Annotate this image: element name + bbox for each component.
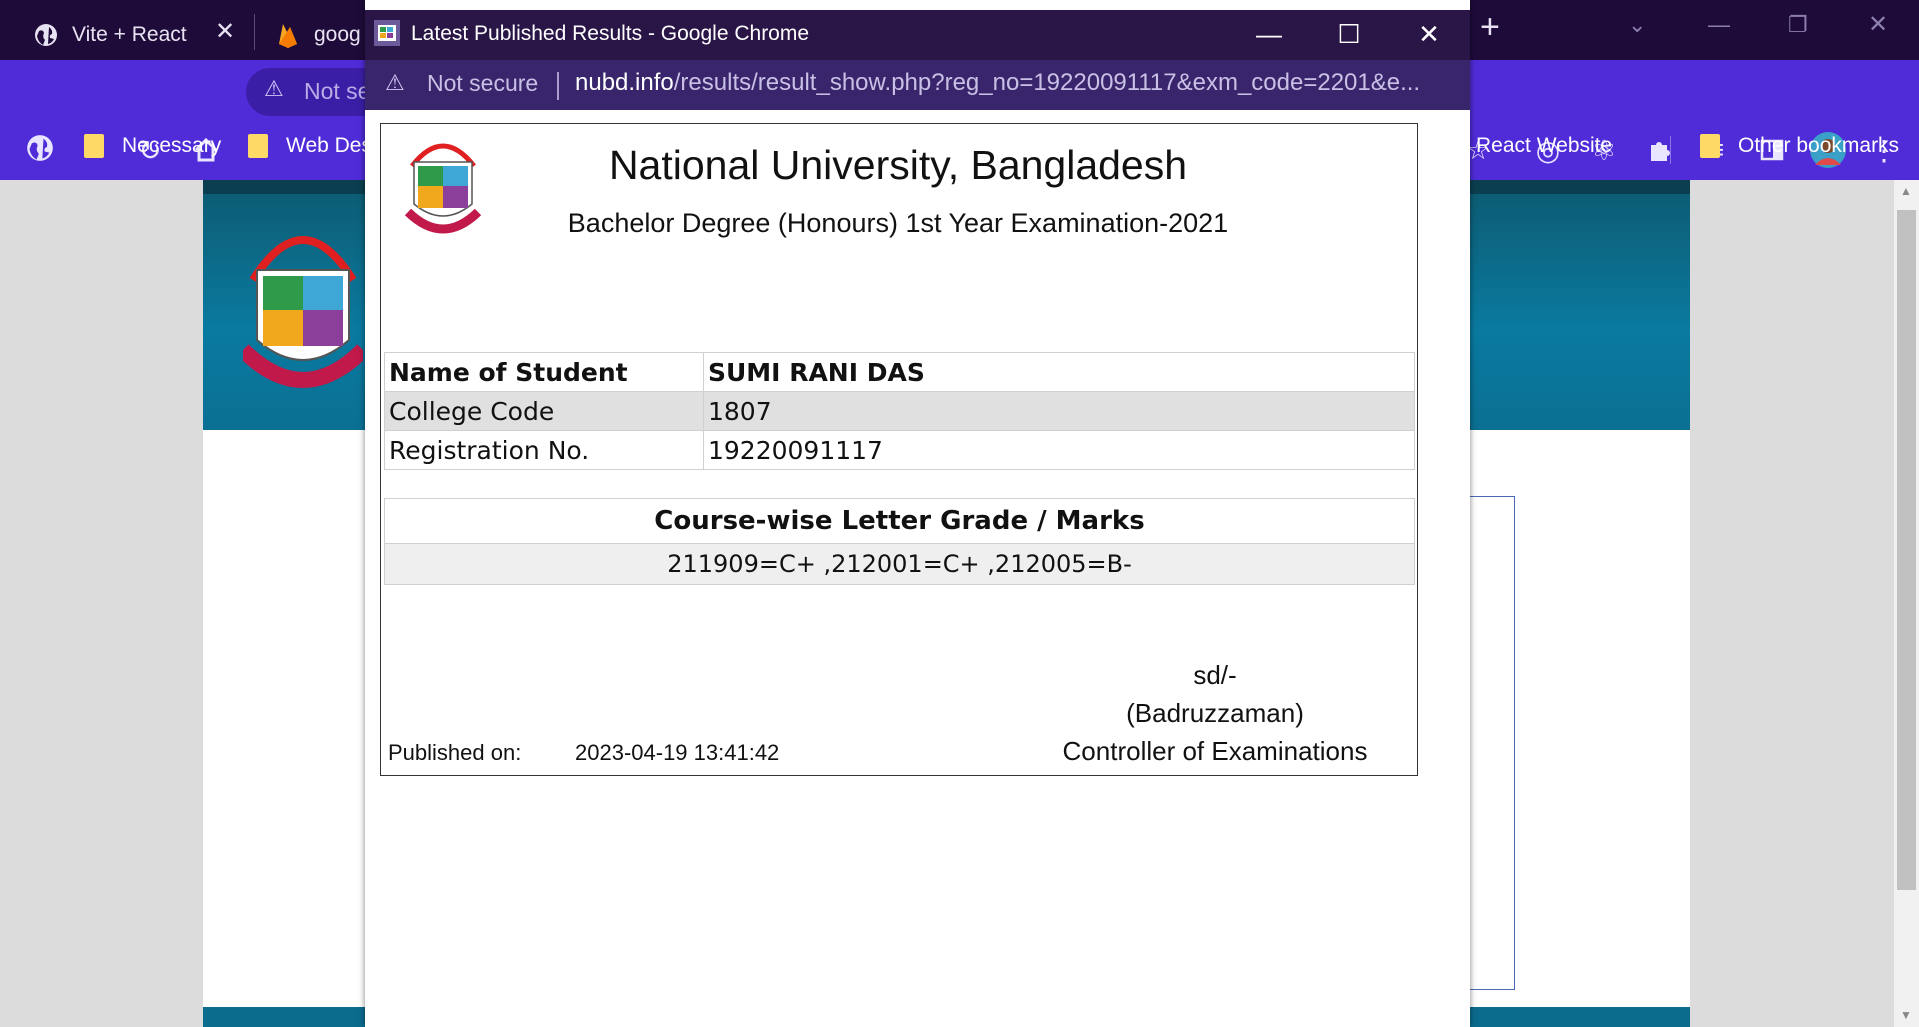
folder-icon [84,134,104,158]
university-logo-icon [243,236,363,388]
url-text[interactable]: nubd.info/results/result_show.php?reg_no… [575,69,1420,97]
address-text: Not se [304,78,371,104]
apps-globe-icon[interactable] [26,134,54,162]
bookmark-necessary[interactable]: Necessary [84,134,221,158]
exam-title: Bachelor Degree (Honours) 1st Year Exami… [567,208,1229,238]
url-path: /results/result_show.php?reg_no=19220091… [673,69,1421,96]
folder-icon [248,134,268,158]
close-icon[interactable]: ✕ [1397,10,1461,58]
new-tab-icon[interactable]: + [1480,8,1500,47]
registration-number: 19220091117 [703,430,1415,470]
university-name: National University, Bangladesh [608,142,1188,188]
college-code: 1807 [703,391,1415,431]
popup-window-title: Latest Published Results - Google Chrome [411,22,810,45]
student-name: SUMI RANI DAS [703,352,1415,392]
table-row: Name of Student SUMI RANI DAS [384,352,1415,392]
published-date: 2023-04-19 13:41:42 [575,740,780,765]
grades-heading: Course-wise Letter Grade / Marks [385,499,1414,544]
grades-list: 211909=C+ ,212001=C+ ,212005=B- [385,544,1414,584]
student-info-table: Name of Student SUMI RANI DAS College Co… [384,352,1415,470]
bookmark-divider [1670,136,1671,164]
tab-vite-react[interactable]: Vite + React [34,10,187,60]
signatory-name: (Badruzzaman) [1126,698,1304,728]
signature: sd/- [1193,660,1237,690]
published-label: Published on: [388,740,522,765]
firebase-icon [276,23,300,48]
warning-icon: ⚠ [264,76,284,101]
folder-icon [1700,134,1720,158]
popup-address-bar[interactable]: ⚠ Not secure nubd.info/results/result_sh… [365,60,1470,110]
tab-label: Vite + React [72,23,187,46]
scrollbar-thumb[interactable] [1897,210,1916,890]
field-label: Registration No. [384,430,704,470]
scroll-down-icon[interactable]: ▼ [1900,1008,1912,1022]
bookmark-web-design[interactable]: Web Des [248,134,372,158]
table-row: Registration No. 19220091117 [384,430,1415,470]
tab-google[interactable]: goog [276,10,361,60]
address-divider [557,72,559,100]
maximize-icon[interactable]: ☐ [1317,10,1381,58]
security-label[interactable]: Not secure [427,70,538,97]
warning-icon: ⚠ [385,70,405,95]
minimize-icon[interactable]: — [1708,12,1730,38]
globe-icon [34,23,58,47]
minimize-icon[interactable]: — [1237,10,1301,58]
grades-box: Course-wise Letter Grade / Marks 211909=… [384,498,1415,585]
extensions-puzzle-icon[interactable] [1640,130,1680,170]
url-domain: nubd.info [575,69,674,96]
field-label: Name of Student [384,352,704,392]
tab-label: goog [314,23,361,46]
signatory-title: Controller of Examinations [1062,736,1368,766]
bookmark-react-website[interactable]: React Website [1476,134,1612,158]
popup-title-bar: Latest Published Results - Google Chrome… [365,10,1470,60]
window-close-icon[interactable]: ✕ [1868,10,1888,39]
scroll-up-icon[interactable]: ▲ [1900,184,1912,198]
field-label: College Code [384,391,704,431]
bookmark-other[interactable]: Other bookmarks [1700,134,1899,158]
tab-divider [254,14,255,50]
restore-icon[interactable]: ❐ [1788,12,1808,38]
close-icon[interactable]: ✕ [215,17,235,46]
chevron-down-icon[interactable]: ⌄ [1628,12,1646,38]
app-icon [373,19,401,47]
table-row: College Code 1807 [384,391,1415,431]
